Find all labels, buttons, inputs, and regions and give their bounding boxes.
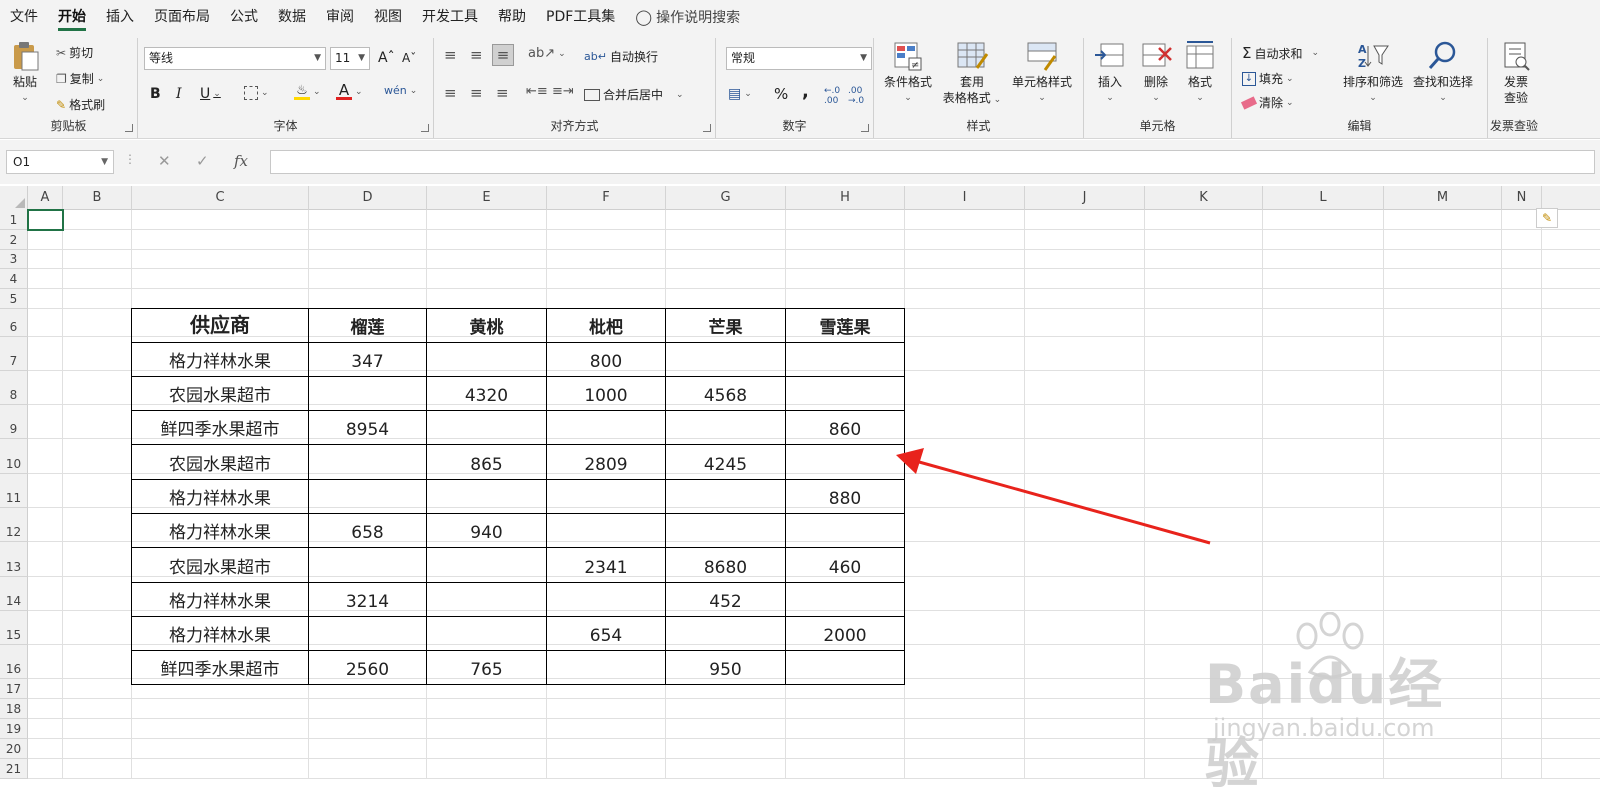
annotation-arrow bbox=[896, 448, 1211, 545]
